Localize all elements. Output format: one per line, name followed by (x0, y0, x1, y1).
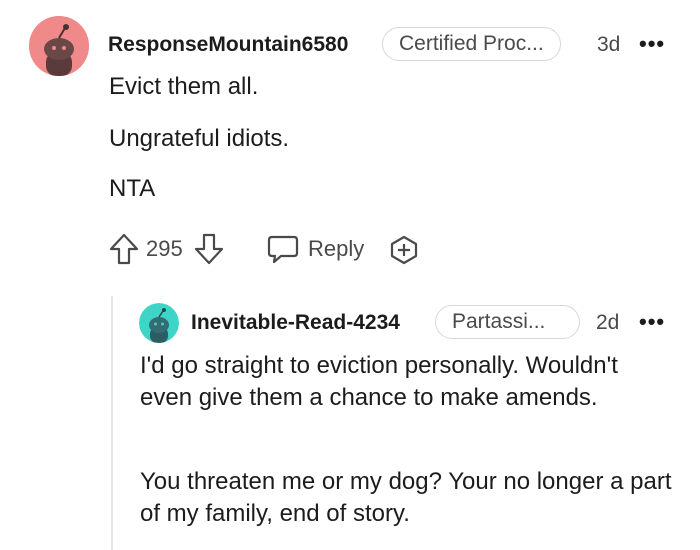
comment-timestamp[interactable]: 3d (597, 33, 620, 57)
reply-button[interactable]: Reply (266, 233, 364, 265)
downvote-button[interactable] (193, 232, 225, 266)
reply-username[interactable]: Inevitable-Read-4234 (191, 311, 400, 335)
reply-paragraph-1: I'd go straight to eviction personally. … (140, 352, 618, 411)
comment-username[interactable]: ResponseMountain6580 (108, 33, 348, 57)
snoo-avatar-icon (29, 16, 89, 76)
add-award-button[interactable] (388, 234, 420, 266)
comment-line-3: NTA (109, 175, 156, 202)
reply-timestamp[interactable]: 2d (596, 311, 619, 335)
user-flair: Certified Proc... (382, 27, 561, 61)
downvote-icon (194, 233, 224, 265)
vote-count: 295 (146, 236, 183, 261)
snoo-avatar-icon (139, 303, 179, 343)
reply-label: Reply (308, 236, 365, 261)
comment-line-2: Ungrateful idiots. (109, 125, 290, 152)
thread-line[interactable] (111, 296, 113, 550)
add-award-icon (390, 235, 418, 265)
reply-avatar[interactable] (139, 303, 179, 343)
comment-line-1: Evict them all. (109, 73, 259, 100)
reply-more-options-icon[interactable]: ••• (639, 311, 665, 333)
more-options-icon[interactable]: ••• (639, 33, 665, 55)
upvote-icon (109, 233, 139, 265)
upvote-button[interactable] (108, 232, 140, 266)
speech-bubble-icon (267, 235, 299, 264)
reply-paragraph-2: You threaten me or my dog? Your no longe… (140, 468, 672, 527)
reply-user-flair: Partassi... (435, 305, 580, 339)
avatar[interactable] (29, 16, 89, 76)
